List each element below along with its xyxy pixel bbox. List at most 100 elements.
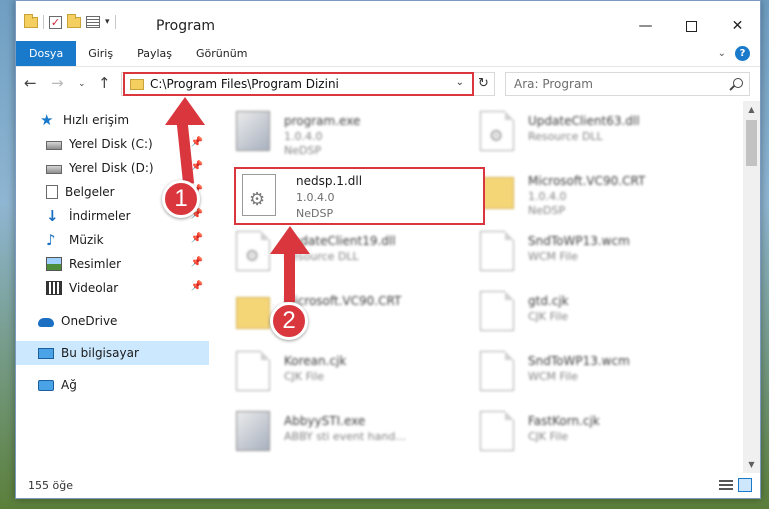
up-arrow-icon[interactable]: ↑ — [98, 74, 111, 92]
file-name: nedsp.1.dll — [296, 174, 363, 188]
arrow-head — [270, 226, 310, 254]
pictures-icon — [46, 257, 62, 271]
properties-icon[interactable] — [86, 16, 100, 28]
recent-locations-chevron-icon[interactable]: ⌄ — [78, 79, 86, 89]
search-placeholder[interactable]: Ara: Program — [514, 77, 593, 91]
tab-paylas[interactable]: Paylaş — [125, 41, 184, 66]
tab-giris[interactable]: Giriş — [76, 41, 125, 66]
file-detail: CJK File — [284, 370, 325, 383]
cjk-file-icon — [480, 291, 514, 331]
scroll-up-arrow-icon[interactable]: ▲ — [743, 101, 760, 118]
file-item[interactable]: FastKorn.cjk CJK File — [476, 405, 716, 461]
sidebar-item-label: Belgeler — [65, 185, 115, 199]
file-detail: CJK File — [528, 310, 569, 323]
folder-icon — [24, 13, 38, 28]
file-name: AbbyySTI.exe — [284, 414, 366, 428]
scrollbar-thumb[interactable] — [746, 120, 757, 166]
navigation-bar: ← → ⌄ ↑ C:\Program Files\Program Dizini … — [16, 66, 760, 100]
highlighted-file-item[interactable]: nedsp.1.dll 1.0.4.0 NeDSP — [234, 167, 485, 225]
folder-icon — [236, 297, 270, 329]
computer-icon — [38, 347, 54, 359]
quick-access-toolbar: ✓ ▾ — [24, 13, 116, 29]
file-detail: CJK File — [528, 430, 569, 443]
step-badge-2: 2 — [270, 302, 308, 340]
file-detail: 1.0.4.0 — [528, 190, 567, 203]
toolbar-divider — [114, 15, 116, 29]
sidebar-item-label: Videolar — [69, 281, 119, 295]
file-item[interactable]: Microsoft.VC90.CRT — [232, 285, 472, 341]
sidebar-item-label: Hızlı erişim — [63, 113, 130, 127]
network-icon — [38, 379, 54, 391]
tab-gorunum[interactable]: Görünüm — [184, 41, 259, 66]
file-detail: WCM File — [528, 370, 578, 383]
pin-icon: 📌 — [190, 137, 203, 148]
document-icon — [46, 185, 58, 199]
wcm-file-icon — [480, 351, 514, 391]
wcm-file-icon — [480, 231, 514, 271]
toolbar-divider — [43, 15, 44, 29]
sidebar-item-this-pc[interactable]: Bu bilgisayar — [16, 341, 209, 365]
file-name: gtd.cjk — [528, 294, 569, 308]
search-box[interactable]: Ara: Program — [505, 72, 750, 96]
dll-file-icon — [236, 231, 270, 271]
sidebar-item-label: Bu bilgisayar — [61, 346, 139, 360]
sidebar-item-music[interactable]: ♪ Müzik 📌 — [16, 228, 209, 252]
details-view-icon[interactable] — [719, 480, 733, 492]
step-badge-1: 1 — [162, 180, 200, 218]
help-icon[interactable]: ? — [735, 46, 750, 61]
explorer-window: ✓ ▾ Program — ✕ Dosya Giriş Paylaş Görün… — [15, 0, 761, 499]
file-item[interactable]: Korean.cjk CJK File — [232, 345, 472, 401]
file-detail: NeDSP — [284, 144, 322, 157]
file-item[interactable]: Microsoft.VC90.CRT 1.0.4.0 NeDSP — [476, 165, 716, 221]
dll-file-icon — [242, 174, 276, 216]
file-company: NeDSP — [296, 207, 334, 220]
sidebar-item-videos[interactable]: Videolar 📌 — [16, 276, 209, 300]
file-item[interactable]: SndToWP13.wcm WCM File — [476, 225, 716, 281]
cjk-file-icon — [236, 351, 270, 391]
cjk-file-icon — [480, 411, 514, 451]
properties-check-icon[interactable]: ✓ — [49, 15, 62, 29]
ribbon-tabs: Dosya Giriş Paylaş Görünüm — [16, 41, 760, 66]
sidebar-item-onedrive[interactable]: OneDrive — [16, 309, 209, 333]
item-count: 155 öğe — [28, 479, 73, 492]
sidebar-item-pictures[interactable]: Resimler 📌 — [16, 252, 209, 276]
minimize-button[interactable]: — — [623, 11, 668, 41]
large-icons-view-icon[interactable] — [738, 478, 752, 492]
disk-icon — [46, 165, 62, 174]
refresh-icon[interactable]: ↻ — [472, 73, 494, 95]
arrow-shaft — [284, 252, 295, 302]
sidebar-item-label: Yerel Disk (D:) — [69, 161, 154, 175]
pin-icon: 📌 — [190, 257, 203, 268]
file-item[interactable]: gtd.cjk CJK File — [476, 285, 716, 341]
file-detail: NeDSP — [528, 204, 566, 217]
disk-icon — [46, 141, 62, 150]
close-button[interactable]: ✕ — [715, 11, 760, 41]
search-icon[interactable] — [733, 78, 743, 88]
file-detail: WCM File — [528, 250, 578, 263]
file-name: Korean.cjk — [284, 354, 347, 368]
file-item[interactable]: program.exe 1.0.4.0 NeDSP — [232, 105, 472, 161]
tab-dosya[interactable]: Dosya — [16, 41, 77, 66]
minimize-icon: — — [638, 18, 653, 34]
sidebar-item-label: Ağ — [61, 378, 77, 392]
customize-toolbar-chevron-icon[interactable]: ▾ — [105, 17, 110, 27]
exe-file-icon — [236, 111, 270, 151]
file-item[interactable]: UpdateClient19.dll Resource DLL — [232, 225, 472, 281]
file-item[interactable]: SndToWP13.wcm WCM File — [476, 345, 716, 401]
file-item[interactable]: AbbyySTI.exe ABBY sti event hand... — [232, 405, 472, 461]
file-detail: Resource DLL — [528, 130, 603, 143]
sidebar-item-label: Yerel Disk (C:) — [69, 137, 153, 151]
back-arrow-icon[interactable]: ← — [24, 74, 37, 92]
exe-file-icon — [236, 411, 270, 451]
maximize-button[interactable] — [669, 11, 714, 41]
expand-ribbon-chevron-icon[interactable]: ⌄ — [718, 48, 726, 59]
new-folder-icon[interactable] — [67, 13, 81, 28]
sidebar-item-network[interactable]: Ağ — [16, 373, 209, 397]
scroll-down-arrow-icon[interactable]: ▼ — [743, 456, 760, 473]
file-item[interactable]: UpdateClient63.dll Resource DLL — [476, 105, 716, 161]
star-icon: ★ — [40, 111, 54, 129]
vertical-scrollbar[interactable]: ▲ ▼ — [743, 101, 760, 473]
sidebar-item-label: OneDrive — [61, 314, 118, 328]
forward-arrow-icon[interactable]: → — [51, 74, 64, 92]
file-name: Microsoft.VC90.CRT — [528, 174, 646, 188]
